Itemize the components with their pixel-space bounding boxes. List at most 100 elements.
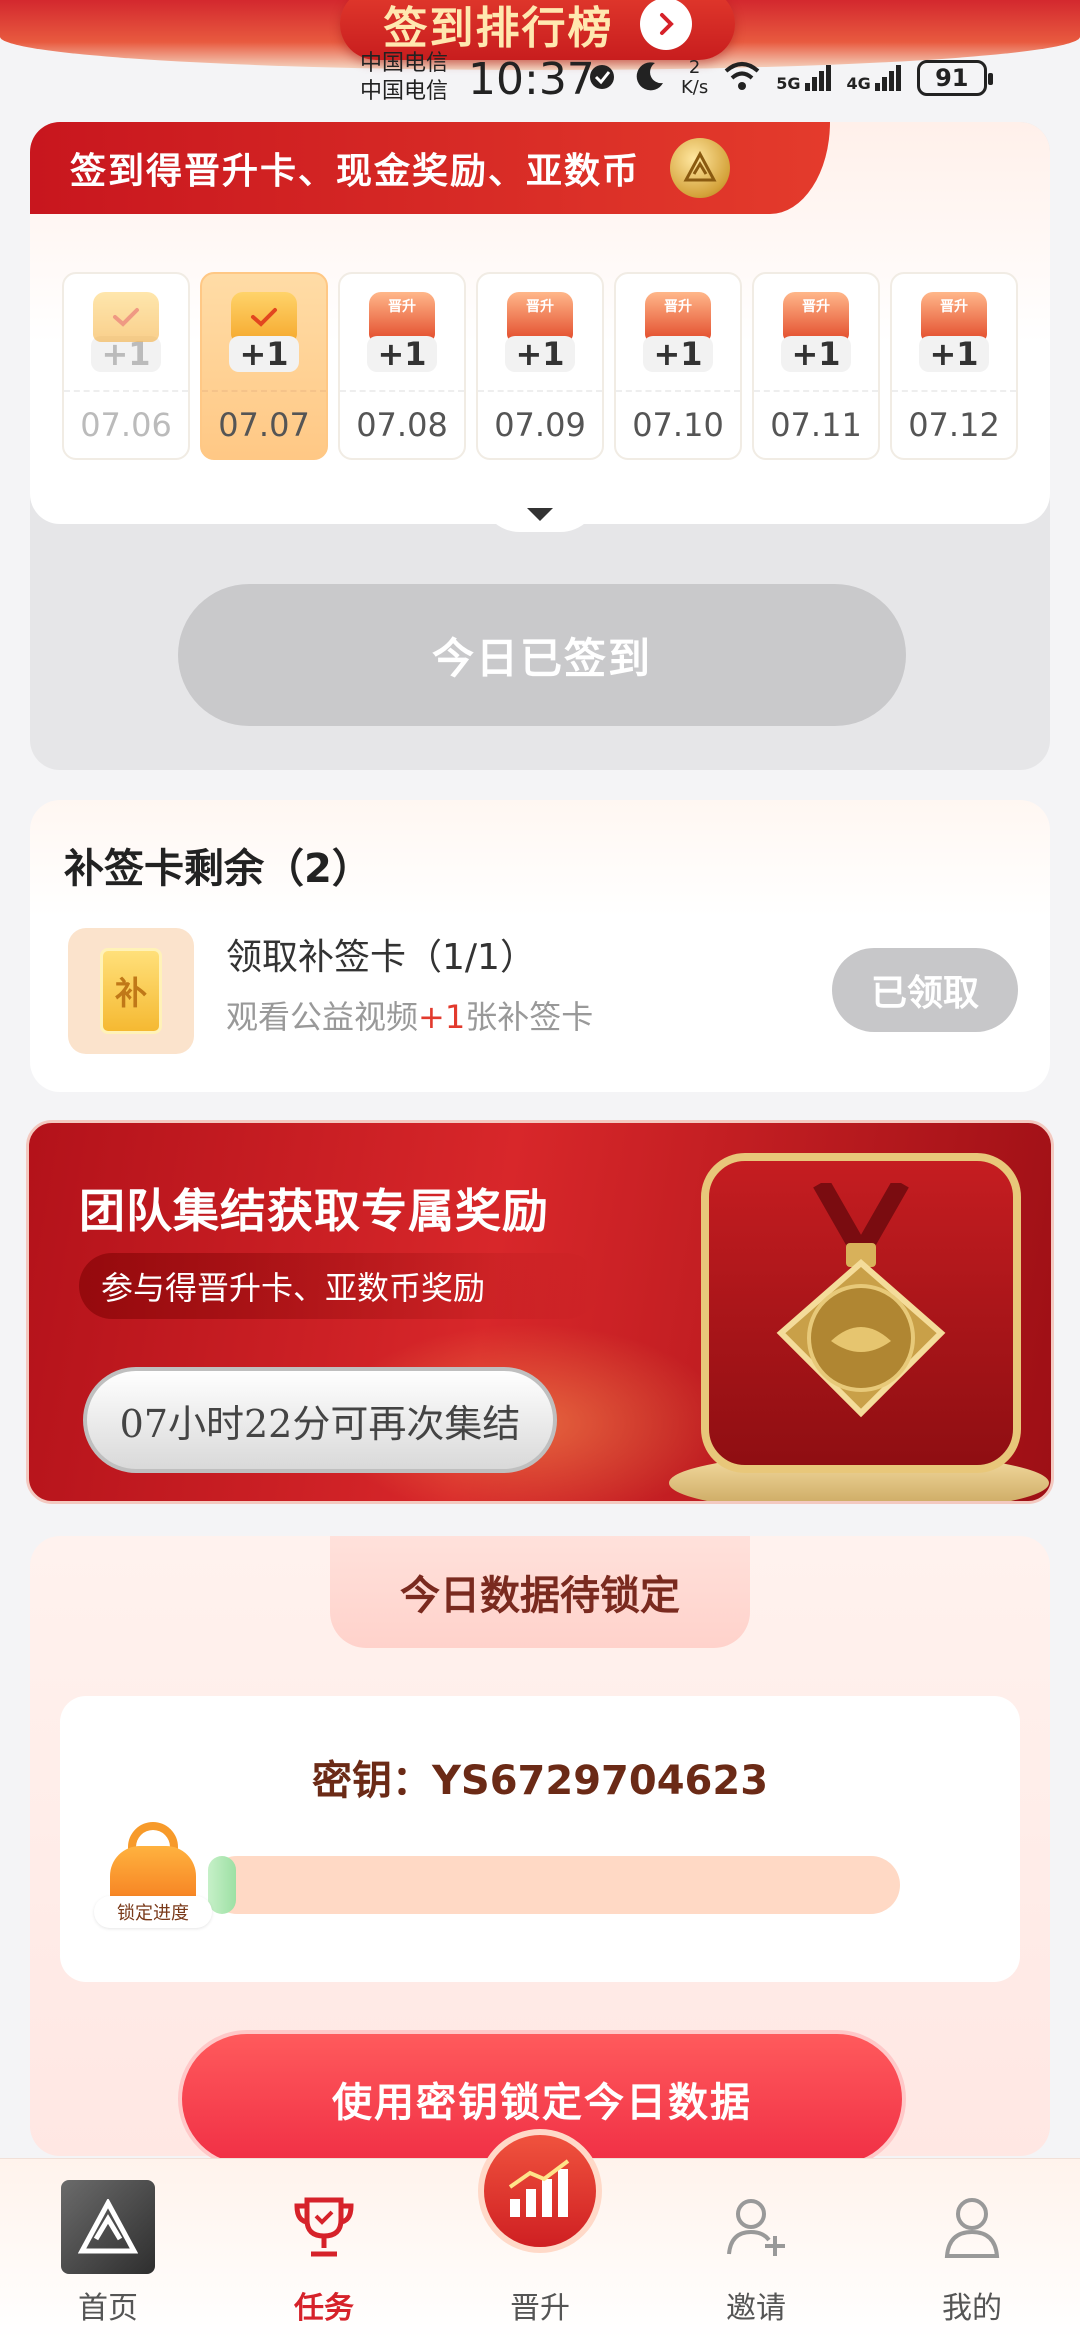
day-reward: +1: [202, 274, 326, 392]
lock-progress-label: 锁定进度: [94, 1896, 212, 1928]
team-banner-subtitle: 参与得晋升卡、亚数币奖励: [79, 1253, 599, 1319]
lock-section-title: 今日数据待锁定: [330, 1536, 750, 1648]
checkin-day[interactable]: 晋升 +1 07.11: [752, 272, 880, 460]
battery-icon: 91: [916, 60, 993, 96]
nav-label: 首页: [78, 2291, 138, 2326]
nav-tasks[interactable]: 任务: [244, 2179, 404, 2327]
promotion-chart-icon[interactable]: [478, 2129, 602, 2253]
status-icons: 2 K/s 5G 4G 91: [585, 58, 993, 98]
checkin-day-today[interactable]: +1 07.07: [200, 272, 328, 460]
checkin-day[interactable]: 晋升 +1 07.09: [476, 272, 604, 460]
promotion-card-text: 晋升: [526, 299, 554, 315]
promotion-card-text: 晋升: [940, 299, 968, 315]
day-reward-amount: +1: [229, 336, 299, 372]
desc-prefix: 观看公益视频: [226, 998, 419, 1036]
makeup-task-desc: 观看公益视频+1张补签卡: [226, 992, 593, 1038]
day-date: 07.06: [80, 406, 172, 444]
net-speed-value: 2: [688, 57, 701, 78]
carrier-info: 中国电信 中国电信: [360, 50, 448, 106]
nav-label: 邀请: [726, 2291, 786, 2326]
day-reward: +1: [64, 274, 188, 392]
day-date: 07.12: [908, 406, 1000, 444]
lock-progress-badge: 锁定进度: [94, 1816, 214, 1928]
day-date: 07.08: [356, 406, 448, 444]
day-date: 07.07: [218, 406, 310, 444]
promotion-card-text: 晋升: [802, 299, 830, 315]
day-reward-amount: +1: [367, 336, 437, 372]
yashu-coin-icon: [670, 138, 731, 198]
day-reward-amount: +1: [505, 336, 575, 372]
claimed-button[interactable]: 已领取: [832, 948, 1018, 1032]
ranking-label: 签到排行榜: [383, 3, 614, 54]
makeup-card-section: 补签卡剩余（2） 补 领取补签卡（1/1） 观看公益视频+1张补签卡 已领取: [30, 800, 1050, 1092]
day-date: 07.11: [770, 406, 862, 444]
day-reward-amount: +1: [643, 336, 713, 372]
checkin-day[interactable]: 晋升 +1 07.10: [614, 272, 742, 460]
invite-user-icon: [708, 2179, 804, 2275]
day-date: 07.10: [632, 406, 724, 444]
key-value: 密钥：YS6729704623: [311, 1758, 769, 1804]
day-reward-amount: +1: [781, 336, 851, 372]
caret-down-icon: [527, 508, 553, 521]
promotion-card-text: 晋升: [664, 299, 692, 315]
nav-label: 晋升: [510, 2291, 570, 2326]
nav-invite[interactable]: 邀请: [676, 2179, 836, 2327]
home-logo-icon: [61, 2180, 155, 2274]
checkin-header-title: 签到得晋升卡、现金奖励、亚数币: [70, 151, 641, 192]
battery-level: 91: [935, 64, 969, 92]
makeup-card-shape: 补: [100, 948, 162, 1034]
alarm-icon: [585, 59, 619, 97]
checkin-card: 签到得晋升卡、现金奖励、亚数币 +1 07.06 +1 07.07 晋升 +1 …: [30, 122, 1050, 770]
bottom-nav: 首页 任务 晋升 邀请 我的: [0, 2129, 1080, 2340]
expand-calendar-toggle[interactable]: [480, 492, 600, 532]
do-not-disturb-moon-icon: [633, 59, 667, 97]
day-reward-amount: +1: [919, 336, 989, 372]
checkin-calendar: 签到得晋升卡、现金奖励、亚数币 +1 07.06 +1 07.07 晋升 +1 …: [30, 122, 1050, 524]
signal-4g-icon: 4G: [847, 63, 903, 93]
rally-countdown-button[interactable]: 07小时22分可再次集结: [83, 1367, 557, 1473]
makeup-task-name: 领取补签卡（1/1）: [226, 937, 536, 978]
day-reward: 晋升 +1: [892, 274, 1016, 392]
nav-home-icon-wrap: [60, 2179, 156, 2275]
medal-icon: [701, 1153, 1021, 1473]
day-date: 07.09: [494, 406, 586, 444]
lock-data-section: 今日数据待锁定 密钥：YS6729704623 锁定进度 使用密钥锁定今日数据: [30, 1536, 1050, 2168]
checked-badge-icon: [93, 292, 159, 342]
trophy-icon: [276, 2179, 372, 2275]
nav-profile[interactable]: 我的: [892, 2179, 1052, 2327]
nav-home[interactable]: 首页: [28, 2179, 188, 2327]
team-rally-banner[interactable]: 团队集结获取专属奖励 参与得晋升卡、亚数币奖励 07小时22分可再次集结: [26, 1120, 1054, 1504]
desc-highlight: +1: [418, 998, 466, 1036]
status-bar: 中国电信 中国电信 10:37 2 K/s 5G 4G 91: [0, 50, 1080, 110]
signal-5g-icon: 5G: [776, 63, 832, 93]
day-reward: 晋升 +1: [754, 274, 878, 392]
checkin-days-row: +1 07.06 +1 07.07 晋升 +1 07.08 晋升 +1 07.0…: [62, 272, 1018, 460]
checkin-day[interactable]: +1 07.06: [62, 272, 190, 460]
checkin-day[interactable]: 晋升 +1 07.08: [338, 272, 466, 460]
key-box: 密钥：YS6729704623 锁定进度: [60, 1696, 1020, 1982]
clock: 10:37: [468, 54, 595, 105]
makeup-card-char: 补: [114, 974, 147, 1012]
checkin-day[interactable]: 晋升 +1 07.12: [890, 272, 1018, 460]
checkin-header: 签到得晋升卡、现金奖励、亚数币: [30, 122, 830, 214]
makeup-card-remaining-title: 补签卡剩余（2）: [64, 846, 372, 892]
carrier-2: 中国电信: [360, 79, 449, 104]
network-speed: 2 K/s: [681, 58, 708, 98]
nav-label: 任务: [294, 2291, 354, 2326]
profile-icon: [924, 2179, 1020, 2275]
promotion-card-text: 晋升: [388, 299, 416, 315]
day-reward: 晋升 +1: [478, 274, 602, 392]
signal-5g-label: 5G: [776, 74, 801, 93]
desc-suffix: 张补签卡: [465, 998, 594, 1036]
nav-label: 我的: [942, 2291, 1002, 2326]
carrier-1: 中国电信: [360, 51, 449, 76]
checked-in-today-button[interactable]: 今日已签到: [178, 584, 906, 726]
day-reward: 晋升 +1: [340, 274, 464, 392]
lock-progress-bar: [208, 1856, 900, 1914]
makeup-card-icon: 补: [68, 928, 194, 1054]
wifi-icon: [722, 59, 762, 97]
team-banner-title: 团队集结获取专属奖励: [79, 1184, 549, 1238]
chevron-right-icon: [639, 0, 692, 50]
day-reward: 晋升 +1: [616, 274, 740, 392]
net-speed-unit: K/s: [681, 77, 709, 98]
